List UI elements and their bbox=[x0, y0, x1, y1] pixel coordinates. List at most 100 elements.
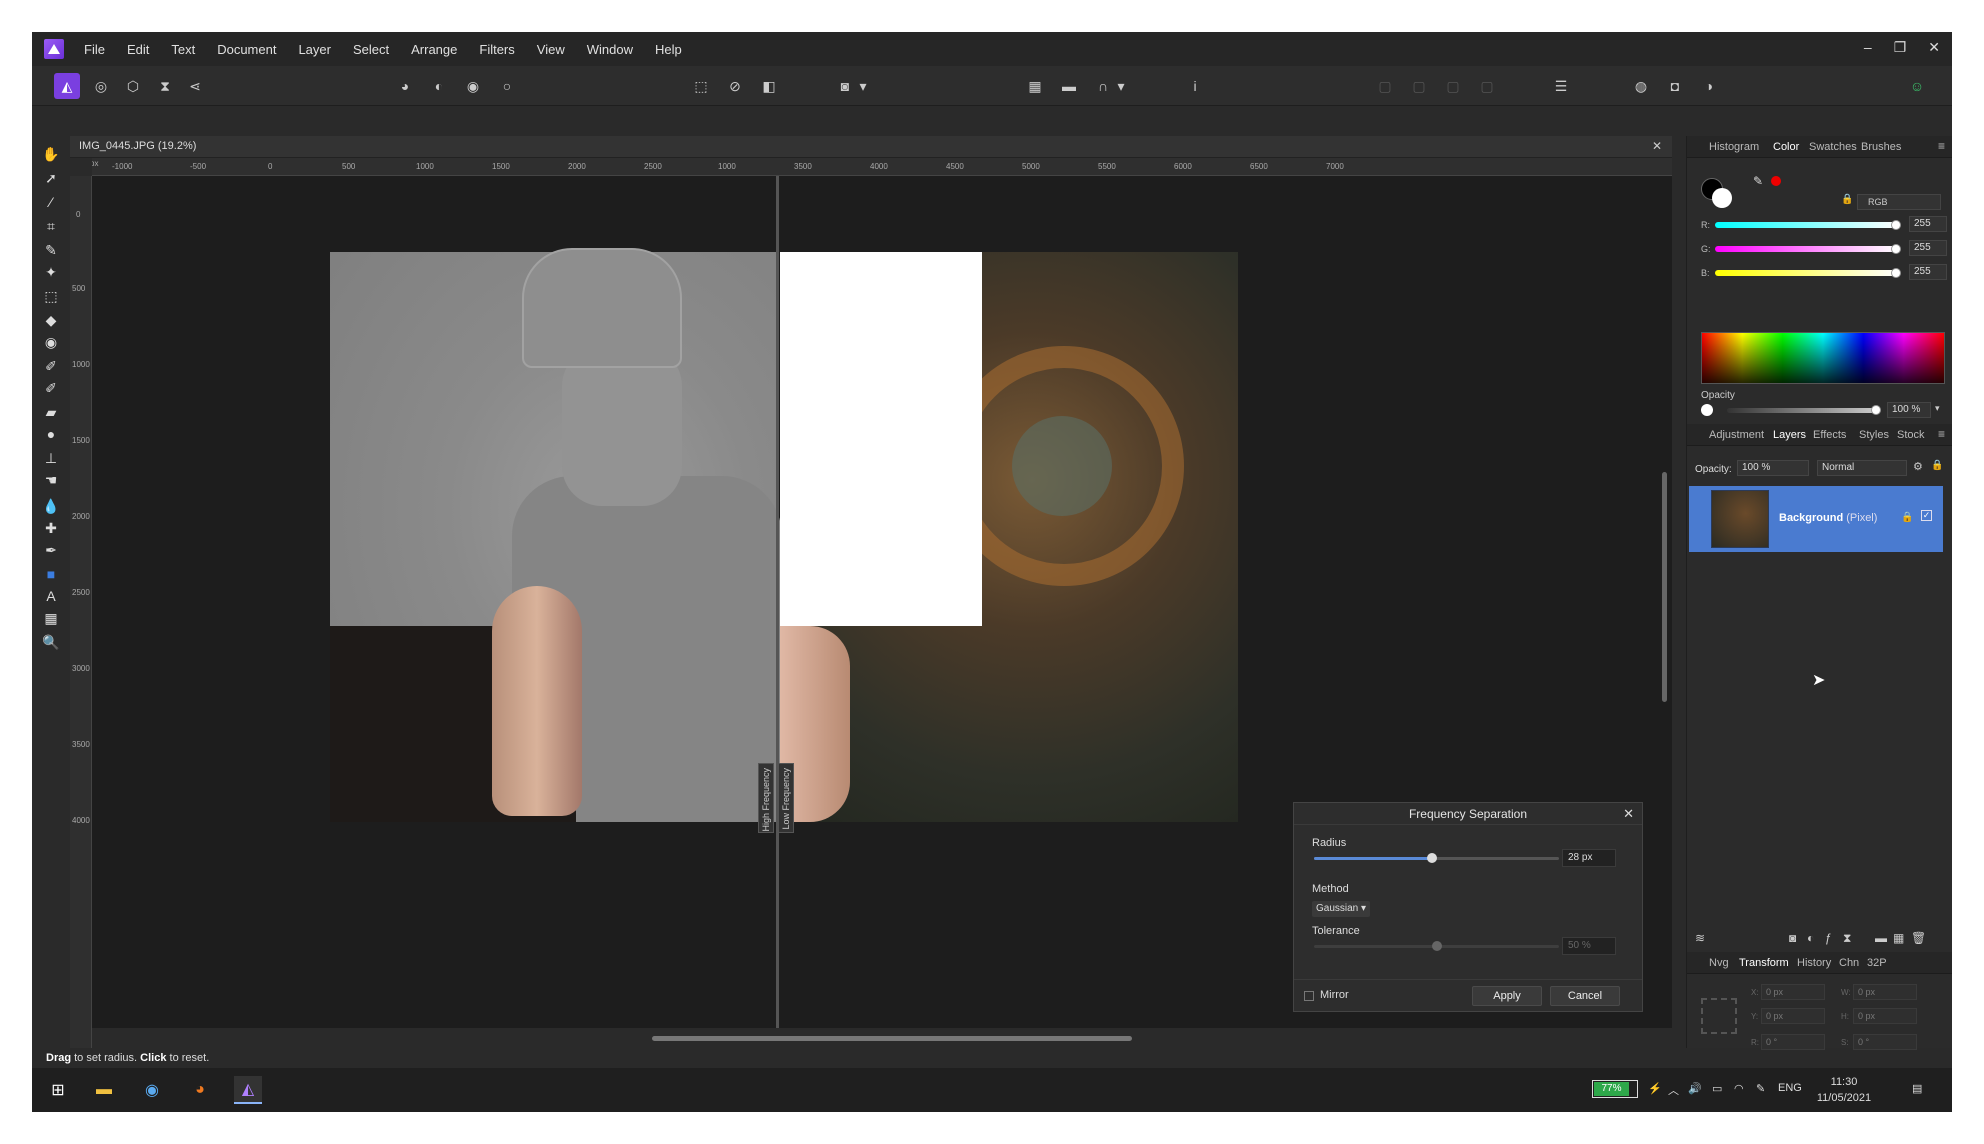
user-account-icon[interactable]: ☺ bbox=[1904, 73, 1930, 99]
rotation-field[interactable]: 0 ° bbox=[1761, 1034, 1825, 1050]
b-slider[interactable] bbox=[1715, 270, 1897, 276]
volume-icon[interactable]: 🔊 bbox=[1688, 1082, 1702, 1095]
menu-select[interactable]: Select bbox=[353, 42, 389, 57]
scrollbar-thumb[interactable] bbox=[652, 1036, 1132, 1041]
zoom-tool-icon[interactable]: 🔍 bbox=[41, 632, 61, 652]
h-field[interactable]: 0 px bbox=[1853, 1008, 1917, 1024]
radius-slider[interactable] bbox=[1314, 853, 1559, 863]
x-field[interactable]: 0 px bbox=[1761, 984, 1825, 1000]
lock-icon[interactable]: 🔒 bbox=[1841, 194, 1853, 205]
tab-brushes[interactable]: Brushes bbox=[1861, 141, 1901, 153]
shape-tool-icon[interactable]: ■ bbox=[41, 564, 61, 584]
color-spectrum[interactable] bbox=[1701, 332, 1945, 384]
panel-menu-icon[interactable]: ≡ bbox=[1938, 427, 1945, 441]
pen-icon[interactable]: ✎ bbox=[1756, 1082, 1765, 1095]
battery-indicator[interactable]: 77% bbox=[1592, 1080, 1638, 1098]
fx-icon[interactable]: ƒ bbox=[1825, 931, 1832, 945]
color-picker-tool-icon[interactable]: ⁄ bbox=[41, 192, 61, 212]
mirror-checkbox[interactable] bbox=[1304, 991, 1314, 1001]
r-slider-knob[interactable] bbox=[1891, 220, 1901, 230]
align-icon[interactable]: ☰ bbox=[1548, 73, 1574, 99]
menu-file[interactable]: File bbox=[84, 42, 105, 57]
delete-layer-icon[interactable]: 🗑 bbox=[1911, 931, 1926, 945]
group-folder-icon[interactable]: ▬ bbox=[1875, 931, 1887, 945]
arrange-back-icon[interactable]: ▢ bbox=[1372, 73, 1398, 99]
secondary-color-swatch[interactable] bbox=[1712, 188, 1732, 208]
menu-view[interactable]: View bbox=[537, 42, 565, 57]
marquee-tool-icon[interactable]: ⬚ bbox=[41, 286, 61, 306]
mesh-warp-tool-icon[interactable]: ▦ bbox=[41, 608, 61, 628]
auto-colors-icon[interactable]: ◉ bbox=[460, 73, 486, 99]
tab-color[interactable]: Color bbox=[1773, 141, 1799, 153]
tab-styles[interactable]: Styles bbox=[1859, 429, 1889, 441]
windows-start-icon[interactable]: ⊞ bbox=[44, 1076, 72, 1104]
tray-chevron-icon[interactable]: ︿ bbox=[1668, 1082, 1679, 1098]
layer-settings-icon[interactable]: ⚙ bbox=[1913, 460, 1923, 473]
boolean-intersect-icon[interactable]: ◑ bbox=[1696, 73, 1722, 99]
snapping-dropdown-icon[interactable]: ▾ bbox=[1108, 73, 1134, 99]
selection-marquee-icon[interactable]: ⬚ bbox=[688, 73, 714, 99]
layer-item-background[interactable]: Background (Pixel) 🔒 ✓ bbox=[1689, 486, 1943, 552]
menu-help[interactable]: Help bbox=[655, 42, 682, 57]
layer-lock-icon[interactable]: 🔒 bbox=[1931, 460, 1943, 471]
smudge-tool-icon[interactable]: ☚ bbox=[41, 470, 61, 490]
layer-opacity-field[interactable]: 100 % bbox=[1737, 460, 1809, 476]
minimize-button[interactable]: – bbox=[1864, 39, 1872, 56]
tab-navigator[interactable]: Nvg bbox=[1709, 957, 1729, 969]
tone-mapping-persona-icon[interactable]: ⧗ bbox=[152, 73, 178, 99]
r-value-field[interactable]: 255 bbox=[1909, 216, 1947, 232]
liquify-persona-icon[interactable]: ◎ bbox=[88, 73, 114, 99]
cancel-button[interactable]: Cancel bbox=[1550, 986, 1620, 1006]
color-picker-icon[interactable]: ✎ bbox=[1753, 174, 1763, 188]
move-tool-icon[interactable]: ➚ bbox=[41, 168, 61, 188]
restore-button[interactable]: ❐ bbox=[1894, 39, 1907, 56]
tolerance-slider-knob[interactable] bbox=[1431, 941, 1442, 951]
radius-slider-knob[interactable] bbox=[1426, 853, 1437, 863]
g-value-field[interactable]: 255 bbox=[1909, 240, 1947, 256]
arrange-backward-icon[interactable]: ▢ bbox=[1406, 73, 1432, 99]
arrange-forward-icon[interactable]: ▢ bbox=[1440, 73, 1466, 99]
tolerance-slider[interactable] bbox=[1314, 941, 1559, 951]
menu-layer[interactable]: Layer bbox=[298, 42, 331, 57]
blend-mode-dropdown[interactable]: Normal bbox=[1817, 460, 1907, 476]
anchor-selector-icon[interactable] bbox=[1701, 998, 1737, 1034]
mask-icon[interactable]: ◙ bbox=[1789, 931, 1796, 945]
battery-tray-icon[interactable]: ▭ bbox=[1712, 1082, 1722, 1095]
clock[interactable]: 11:30 11/05/2021 bbox=[1814, 1074, 1874, 1106]
snapping-grid-icon[interactable]: ▦ bbox=[1022, 73, 1048, 99]
add-pixel-layer-icon[interactable]: ▦ bbox=[1893, 931, 1904, 945]
tab-layers[interactable]: Layers bbox=[1773, 429, 1806, 441]
app-icon-browser[interactable]: ◉ bbox=[138, 1076, 166, 1104]
y-field[interactable]: 0 px bbox=[1761, 1008, 1825, 1024]
opacity-value-field[interactable]: 100 % bbox=[1887, 402, 1931, 418]
deselect-icon[interactable]: ⊘ bbox=[722, 73, 748, 99]
color-replacement-tool-icon[interactable]: ✐ bbox=[41, 378, 61, 398]
radius-value-field[interactable]: 28 px bbox=[1562, 849, 1616, 867]
power-plug-icon[interactable]: ⚡ bbox=[1648, 1082, 1662, 1095]
b-value-field[interactable]: 255 bbox=[1909, 264, 1947, 280]
selection-brush-tool-icon[interactable]: ✎ bbox=[41, 240, 61, 260]
gradient-tool-icon[interactable]: ◉ bbox=[41, 332, 61, 352]
tab-transform[interactable]: Transform bbox=[1739, 957, 1789, 969]
text-tool-icon[interactable]: A bbox=[41, 586, 61, 606]
boolean-add-icon[interactable]: ◍ bbox=[1628, 73, 1654, 99]
view-tool-icon[interactable]: ✋ bbox=[41, 144, 61, 164]
erase-brush-tool-icon[interactable]: ▰ bbox=[41, 402, 61, 422]
tab-histogram[interactable]: Histogram bbox=[1709, 141, 1759, 153]
document-tab[interactable]: IMG_0445.JPG (19.2%) ✕ bbox=[70, 136, 1672, 158]
opacity-slider-knob[interactable] bbox=[1871, 405, 1881, 415]
develop-persona-icon[interactable]: ⬡ bbox=[120, 73, 146, 99]
adjustment-layer-icon[interactable]: ◐ bbox=[1807, 931, 1814, 945]
boolean-subtract-icon[interactable]: ◘ bbox=[1662, 73, 1688, 99]
menu-filters[interactable]: Filters bbox=[479, 42, 514, 57]
shear-field[interactable]: 0 ° bbox=[1853, 1034, 1917, 1050]
opacity-dropdown-icon[interactable]: ▾ bbox=[1935, 403, 1940, 414]
quick-mask-dropdown-icon[interactable]: ▾ bbox=[850, 73, 876, 99]
panel-menu-icon[interactable]: ≡ bbox=[1938, 139, 1945, 153]
affinity-logo-icon[interactable] bbox=[44, 39, 64, 59]
tab-channels[interactable]: Chn bbox=[1839, 957, 1859, 969]
info-icon[interactable]: i bbox=[1182, 73, 1208, 99]
pen-tool-icon[interactable]: ✒ bbox=[41, 540, 61, 560]
auto-levels-icon[interactable]: ◕ bbox=[392, 73, 418, 99]
apply-button[interactable]: Apply bbox=[1472, 986, 1542, 1006]
